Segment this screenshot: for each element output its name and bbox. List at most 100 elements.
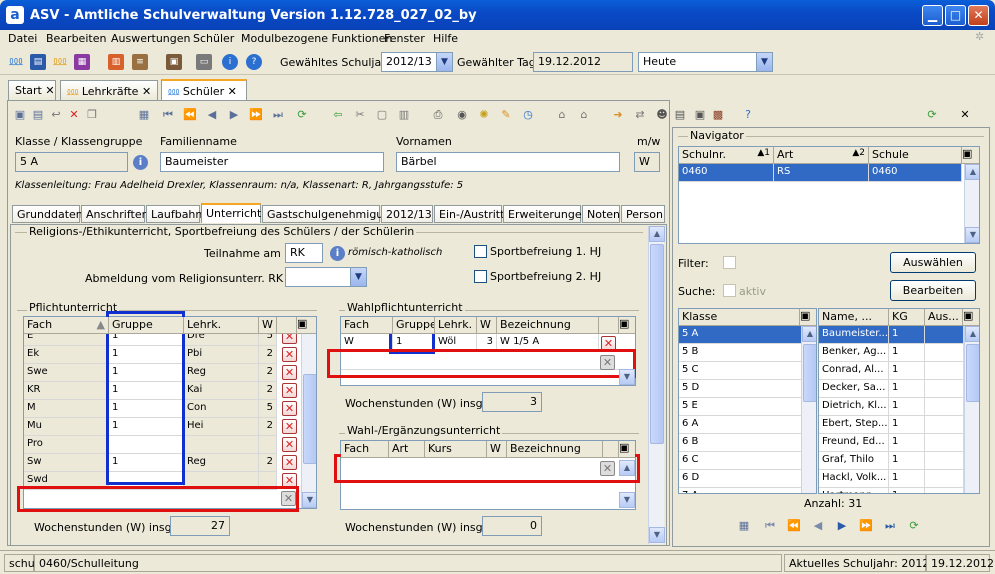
col-fach[interactable]: Fach ▲: [24, 317, 109, 334]
auswaehlen-button[interactable]: Auswählen: [890, 252, 976, 273]
scroll-up-icon[interactable]: ▲: [802, 326, 816, 342]
col-kg[interactable]: KG: [889, 309, 925, 326]
pin-icon[interactable]: ✲: [975, 30, 984, 43]
delete-row-icon[interactable]: ✕: [281, 491, 296, 506]
table-cell[interactable]: 1: [889, 452, 925, 470]
scroll-down-icon[interactable]: ▼: [965, 227, 979, 243]
menu-hilfe[interactable]: Hilfe: [433, 32, 458, 45]
scroll-down-icon[interactable]: ▼: [302, 492, 316, 508]
klassen-scrollbar[interactable]: ▲: [801, 326, 816, 493]
previous-page-icon[interactable]: ⏪: [786, 518, 802, 534]
table-cell[interactable]: 1: [889, 362, 925, 380]
previous-record-icon[interactable]: ◀: [810, 518, 826, 534]
transfer-icon[interactable]: ⇄: [632, 107, 648, 123]
table-cell[interactable]: Freund, Ed...: [819, 434, 889, 452]
tab-laufbahn[interactable]: Laufbahn: [146, 205, 202, 223]
delete-row-icon[interactable]: ✕: [282, 383, 297, 398]
previous-page-icon[interactable]: ⏪: [182, 107, 198, 123]
menu-datei[interactable]: Datei: [8, 32, 37, 45]
maximize-button[interactable]: □: [945, 5, 966, 26]
table-cell[interactable]: Reg: [184, 454, 259, 472]
help-icon[interactable]: ?: [246, 54, 262, 70]
table-cell[interactable]: Hartmann...: [819, 488, 889, 493]
report-icon[interactable]: ▣: [166, 54, 182, 70]
close-icon[interactable]: ✕: [45, 84, 54, 97]
col-aus[interactable]: Aus...: [925, 309, 963, 326]
contact-card-icon[interactable]: ▣: [692, 107, 708, 123]
schueler-scrollbar[interactable]: ▲: [964, 326, 979, 493]
klasse-field[interactable]: 5 A: [15, 152, 128, 172]
col-lehrk[interactable]: Lehrk.: [184, 317, 259, 334]
col-fach[interactable]: Fach: [341, 441, 389, 458]
delete-row-icon[interactable]: ✕: [282, 419, 297, 434]
col-fach[interactable]: Fach: [341, 317, 393, 334]
tab-grunddaten[interactable]: Grunddaten: [12, 205, 83, 223]
table-cell[interactable]: 1: [889, 488, 925, 493]
list-item[interactable]: 6 D: [679, 470, 801, 488]
info-icon[interactable]: i: [133, 155, 148, 170]
tag-icon[interactable]: ✎: [498, 107, 514, 123]
refresh-navigator-icon[interactable]: ⟳: [924, 107, 940, 123]
lightbulb-icon[interactable]: ✺: [476, 107, 492, 123]
table-cell[interactable]: 0460: [869, 164, 962, 182]
table-cell[interactable]: 2: [259, 418, 277, 436]
table-cell[interactable]: [925, 470, 964, 488]
menu-auswertungen[interactable]: Auswertungen: [111, 32, 191, 45]
col-art[interactable]: Art ▲2: [774, 147, 869, 164]
delete-icon[interactable]: ✕: [66, 107, 82, 123]
person-icon[interactable]: ☻: [654, 107, 670, 123]
refresh-icon[interactable]: ⟳: [906, 518, 922, 534]
close-navigator-icon[interactable]: ✕: [957, 107, 973, 123]
scroll-thumb[interactable]: [650, 244, 664, 444]
table-cell[interactable]: 1: [889, 434, 925, 452]
new-icon[interactable]: ▣: [12, 107, 28, 123]
column-chooser-icon[interactable]: ▣: [962, 147, 979, 164]
last-record-icon[interactable]: ⏭: [882, 518, 898, 534]
sport1-checkbox[interactable]: [474, 245, 487, 258]
heute-select[interactable]: Heute ▼: [638, 52, 773, 72]
table-cell[interactable]: [925, 344, 964, 362]
table-cell[interactable]: [925, 362, 964, 380]
chevron-down-icon[interactable]: ▼: [436, 53, 452, 71]
scroll-down-icon[interactable]: ▼: [619, 369, 635, 385]
col-gruppe[interactable]: Gruppe: [109, 317, 184, 334]
tab-lehrkraefte[interactable]: ⅏ Lehrkräfte ✕: [60, 80, 158, 100]
close-button[interactable]: ✕: [968, 5, 989, 26]
print-icon[interactable]: ▭: [196, 54, 212, 70]
clock-icon[interactable]: ◷: [520, 107, 536, 123]
table-cell[interactable]: Ebert, Step...: [819, 416, 889, 434]
list-item[interactable]: 6 B: [679, 434, 801, 452]
paste-icon[interactable]: ▥: [396, 107, 412, 123]
menu-schueler[interactable]: Schüler: [193, 32, 234, 45]
students-icon[interactable]: ⅏: [8, 54, 24, 70]
table-cell[interactable]: Hei: [184, 418, 259, 436]
col-art[interactable]: Art: [389, 441, 425, 458]
list-item[interactable]: 5 C: [679, 362, 801, 380]
close-icon[interactable]: ✕: [228, 85, 237, 98]
table-cell[interactable]: Con: [184, 400, 259, 418]
scroll-up-icon[interactable]: ▲: [965, 326, 979, 342]
first-record-icon[interactable]: ⏮: [160, 107, 176, 123]
print-icon[interactable]: ⎙: [430, 107, 446, 123]
tab-person[interactable]: Person: [621, 205, 665, 223]
close-icon[interactable]: ✕: [142, 85, 151, 98]
tab-erweiterungen[interactable]: Erweiterungen: [503, 205, 589, 223]
menu-bearbeiten[interactable]: Bearbeiten: [46, 32, 106, 45]
col-lehrk[interactable]: Lehrk.: [435, 317, 477, 334]
col-bezeichnung[interactable]: Bezeichnung: [507, 441, 603, 458]
delete-row-icon[interactable]: ✕: [600, 461, 615, 476]
column-chooser-icon[interactable]: ▣: [963, 309, 979, 326]
school-icon[interactable]: ⌂: [576, 107, 592, 123]
col-kurs[interactable]: Kurs: [425, 441, 487, 458]
undo-icon[interactable]: ↩: [48, 107, 64, 123]
col-w[interactable]: W: [477, 317, 497, 334]
book-icon[interactable]: ▥: [108, 54, 124, 70]
table-cell[interactable]: Sw: [24, 454, 109, 472]
table-cell[interactable]: Graf, Thilo: [819, 452, 889, 470]
tab-schuljahr[interactable]: 2012/13: [381, 205, 433, 223]
col-w[interactable]: W: [259, 317, 277, 334]
table-cell[interactable]: [925, 380, 964, 398]
scroll-down-icon[interactable]: ▼: [649, 527, 665, 543]
table-cell[interactable]: 1: [889, 416, 925, 434]
table-cell[interactable]: [925, 398, 964, 416]
